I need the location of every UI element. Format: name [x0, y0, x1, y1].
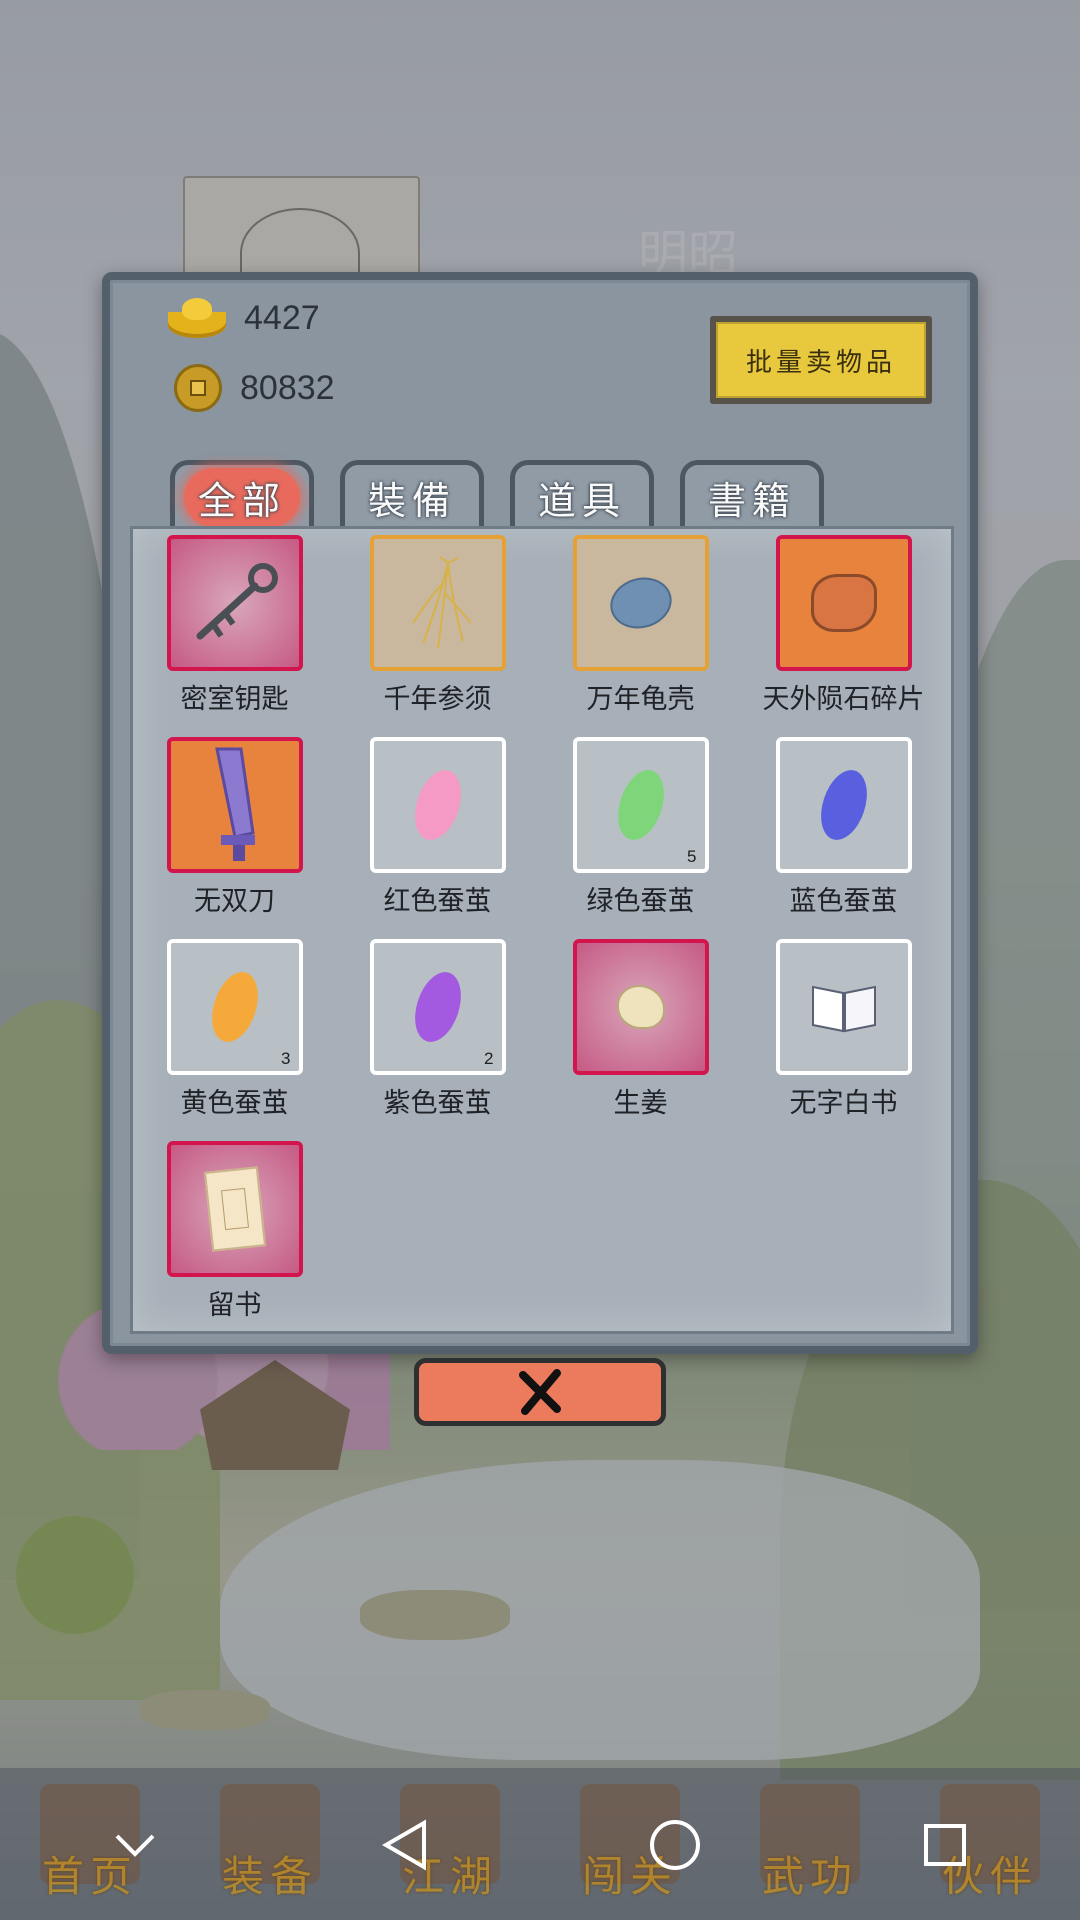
sword-icon [214, 747, 255, 861]
book-icon [811, 985, 876, 1033]
inventory-item[interactable]: 无双刀 [133, 737, 336, 918]
green-cocoon-icon [609, 764, 672, 846]
item-quantity: 2 [484, 1049, 494, 1068]
item-slot: 2 [369, 939, 506, 1075]
item-slot [775, 535, 912, 671]
system-recents-button[interactable] [900, 1800, 990, 1890]
item-name: 绿色蚕茧 [586, 886, 695, 917]
item-quantity: 5 [687, 847, 697, 866]
system-home-button[interactable] [630, 1800, 720, 1890]
inventory-item[interactable]: 红色蚕茧 [336, 737, 539, 918]
meteorite-icon [810, 574, 877, 632]
item-name: 千年参须 [383, 684, 492, 715]
inventory-item[interactable]: 3 黄色蚕茧 [133, 939, 336, 1120]
item-slot: 5 [572, 737, 709, 873]
item-slot [775, 737, 912, 873]
item-name: 紫色蚕茧 [383, 1088, 492, 1119]
chevron-down-icon [115, 1834, 155, 1857]
back-triangle-icon [382, 1819, 426, 1871]
item-name: 万年龟壳 [586, 684, 695, 715]
item-slot [572, 939, 709, 1075]
item-slot [369, 535, 506, 671]
tab-books[interactable]: 書籍 [680, 460, 824, 530]
yellow-cocoon-icon [203, 966, 266, 1048]
copper-coin-icon [174, 364, 222, 412]
tab-equipment[interactable]: 裝備 [340, 460, 484, 530]
item-slot [369, 737, 506, 873]
tab-label: 全部 [183, 468, 300, 527]
item-name: 天外陨石碎片 [762, 684, 925, 715]
item-name: 生姜 [613, 1088, 668, 1119]
item-name: 黄色蚕茧 [180, 1088, 289, 1119]
system-collapse-button[interactable] [90, 1800, 180, 1890]
tab-label: 裝備 [367, 479, 456, 523]
inventory-item[interactable]: 天外陨石碎片 [742, 535, 945, 716]
inventory-item[interactable]: 千年参须 [336, 535, 539, 716]
item-slot [775, 939, 912, 1075]
inventory-item[interactable]: 生姜 [539, 939, 742, 1120]
home-circle-icon [650, 1820, 700, 1870]
item-name: 无字白书 [789, 1088, 898, 1119]
inventory-item[interactable]: 密室钥匙 [133, 535, 336, 716]
recents-square-icon [924, 1824, 966, 1866]
item-slot [166, 737, 303, 873]
gold-ingot-row: 4427 [168, 298, 320, 338]
tab-all[interactable]: 全部 [170, 460, 314, 530]
inventory-item[interactable]: 2 紫色蚕茧 [336, 939, 539, 1120]
tab-items[interactable]: 道具 [510, 460, 654, 530]
blue-cocoon-icon [812, 764, 875, 846]
batch-sell-label: 批量卖物品 [716, 322, 926, 398]
item-name: 无双刀 [194, 886, 275, 917]
close-icon [519, 1369, 561, 1415]
copper-coin-amount: 80832 [240, 368, 335, 407]
system-back-button[interactable] [360, 1800, 450, 1890]
turtle-shell-icon [604, 570, 677, 636]
item-quantity: 3 [281, 1049, 291, 1068]
ginger-icon [616, 985, 665, 1029]
item-name: 密室钥匙 [180, 684, 289, 715]
key-icon [196, 563, 278, 640]
tab-label: 書籍 [707, 479, 796, 523]
letter-icon [203, 1166, 266, 1252]
pink-cocoon-icon [406, 764, 469, 846]
inventory-item[interactable]: 蓝色蚕茧 [742, 737, 945, 918]
gold-ingot-icon [168, 298, 226, 338]
batch-sell-button[interactable]: 批量卖物品 [710, 316, 932, 404]
inventory-item[interactable]: 无字白书 [742, 939, 945, 1120]
item-slot [166, 535, 303, 671]
inventory-item[interactable]: 留书 [133, 1141, 336, 1322]
close-button[interactable] [414, 1358, 666, 1426]
copper-coin-row: 80832 [174, 364, 335, 412]
inventory-tabs: 全部 裝備 道具 書籍 [170, 460, 824, 530]
system-nav-bar [0, 1800, 1080, 1890]
inventory-item[interactable]: 5 绿色蚕茧 [539, 737, 742, 918]
item-slot: 3 [166, 939, 303, 1075]
item-name: 红色蚕茧 [383, 886, 492, 917]
item-name: 蓝色蚕茧 [789, 886, 898, 917]
item-name: 留书 [207, 1290, 262, 1321]
ginseng-icon [411, 556, 472, 649]
item-slot [572, 535, 709, 671]
gold-ingot-amount: 4427 [244, 298, 320, 337]
item-slot [166, 1141, 303, 1277]
inventory-grid: 密室钥匙 千年参须 万年龟壳 天外陨石碎片 无双刀 红色蚕茧 5 绿色蚕茧 蓝色… [130, 526, 954, 1334]
tab-label: 道具 [537, 479, 626, 523]
inventory-item[interactable]: 万年龟壳 [539, 535, 742, 716]
purple-cocoon-icon [406, 966, 469, 1048]
inventory-modal: 4427 80832 批量卖物品 全部 裝備 道具 書籍 密室钥匙 千年参须 万… [102, 272, 978, 1354]
